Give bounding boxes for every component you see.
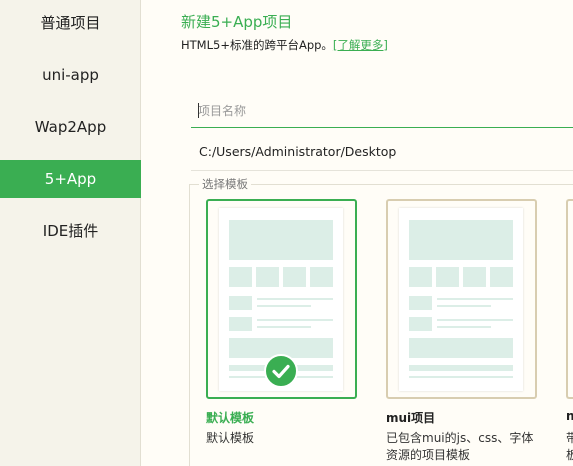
template-desc-line: 已包含mui的js、css、字体 bbox=[386, 431, 534, 445]
template-desc-line: 资源的项目模板 bbox=[386, 448, 471, 462]
sidebar-item-uni-app[interactable]: uni-app bbox=[0, 56, 141, 94]
subtitle-text: HTML5+标准的跨平台App。 bbox=[181, 38, 333, 52]
page-title: 新建5+App项目 bbox=[181, 13, 293, 31]
template-desc-line: 带 bbox=[566, 431, 573, 445]
template-name-partial: n bbox=[566, 409, 573, 423]
project-path-field[interactable]: C:/Users/Administrator/Desktop bbox=[191, 141, 573, 171]
template-desc-mui: 已包含mui的js、css、字体 资源的项目模板 bbox=[386, 430, 533, 464]
template-desc-partial: 带 板 bbox=[566, 430, 573, 464]
main-panel: 新建5+App项目 HTML5+标准的跨平台App。[了解更多] C:/User… bbox=[141, 0, 573, 466]
project-type-sidebar: 普通项目 uni-app Wap2App 5+App IDE插件 bbox=[0, 0, 141, 466]
template-desc-default: 默认模板 bbox=[206, 431, 255, 445]
sidebar-item-normal-project[interactable]: 普通项目 bbox=[0, 4, 141, 42]
page-subtitle: HTML5+标准的跨平台App。[了解更多] bbox=[181, 37, 388, 53]
template-name-default: 默认模板 bbox=[206, 411, 255, 425]
check-circle-icon bbox=[264, 354, 298, 388]
sidebar-item-5plus-app[interactable]: 5+App bbox=[0, 160, 141, 198]
template-name-mui: mui项目 bbox=[386, 411, 436, 425]
project-name-input[interactable] bbox=[191, 94, 573, 128]
template-desc-line: 板 bbox=[566, 448, 573, 462]
text-caret bbox=[198, 103, 199, 118]
template-card-mui[interactable] bbox=[386, 199, 537, 399]
sidebar-item-ide-plugin[interactable]: IDE插件 bbox=[0, 212, 141, 250]
template-card-default[interactable] bbox=[206, 199, 357, 399]
sidebar-item-wap2app[interactable]: Wap2App bbox=[0, 108, 141, 146]
template-group-legend: 选择模板 bbox=[199, 176, 251, 192]
template-card-partial[interactable] bbox=[566, 199, 573, 399]
template-preview-thumbnail bbox=[399, 208, 523, 391]
learn-more-link[interactable]: [了解更多] bbox=[333, 38, 388, 52]
